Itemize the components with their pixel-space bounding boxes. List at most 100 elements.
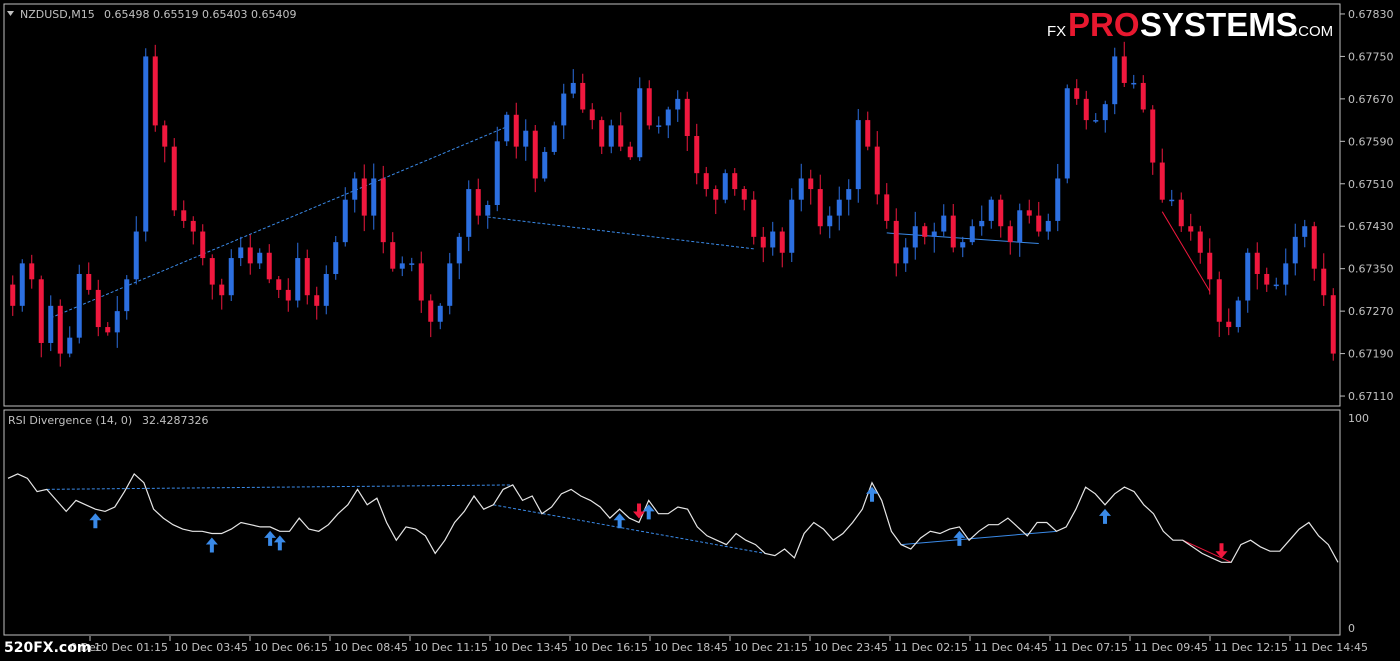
rsi-divergence-line	[493, 504, 766, 554]
symbol-dropdown-icon[interactable]	[7, 11, 14, 16]
rsi-line	[7, 472, 1339, 563]
candle-body	[29, 263, 35, 280]
candle-body	[1245, 252, 1251, 301]
candle	[257, 248, 263, 269]
candle	[162, 120, 168, 163]
indicator-level-bottom: 0	[1348, 622, 1355, 635]
candle	[903, 238, 909, 272]
candle-body	[390, 242, 396, 269]
candle	[836, 186, 842, 231]
candle	[922, 222, 928, 245]
candle-body	[1216, 279, 1222, 322]
candle-body	[475, 189, 481, 216]
candle-body	[1292, 236, 1298, 264]
rsi-divergence-line	[1182, 539, 1232, 563]
candle-body	[542, 151, 548, 179]
watermark-fx: FX	[1047, 23, 1066, 40]
candle	[447, 252, 453, 315]
rsi-divergence-line	[901, 530, 1057, 546]
candle-body	[67, 337, 73, 354]
indicator-level-top: 100	[1348, 412, 1369, 425]
candle	[1226, 308, 1232, 336]
candle	[114, 296, 120, 348]
candle	[637, 77, 643, 162]
candle-body	[561, 93, 567, 126]
candle	[1188, 213, 1194, 241]
candle-body	[599, 120, 605, 147]
candle	[1330, 288, 1336, 361]
price-tick-label: 0.67670	[1348, 93, 1394, 106]
candle	[228, 249, 234, 301]
candle	[1093, 113, 1099, 124]
candle	[969, 219, 975, 246]
candle-body	[523, 130, 529, 147]
candle-body	[1036, 215, 1042, 232]
candle-body	[105, 327, 111, 333]
candle	[570, 69, 576, 99]
candle-body	[713, 189, 719, 200]
candle	[10, 275, 16, 316]
candle	[1235, 296, 1241, 333]
candle-body	[485, 205, 491, 216]
candle-body	[969, 226, 975, 243]
candle-body	[1150, 109, 1156, 163]
candle-body	[637, 88, 643, 158]
time-tick-label: 10 Dec 03:45	[174, 641, 248, 654]
candle	[884, 183, 890, 229]
candle-body	[276, 279, 282, 290]
watermark-com: .COM	[1294, 23, 1333, 40]
candle	[608, 119, 614, 154]
candle	[105, 322, 111, 336]
candle-body	[437, 305, 443, 322]
candle-body	[133, 231, 139, 280]
candle	[675, 90, 681, 122]
candle-body	[219, 284, 225, 296]
candle-body	[285, 289, 291, 301]
symbol-timeframe: NZDUSD,M15	[20, 8, 95, 21]
candle	[846, 179, 852, 216]
candle-body	[979, 220, 985, 227]
candle-body	[912, 226, 918, 248]
time-tick-label: 10 Dec 11:15	[414, 641, 488, 654]
candle	[760, 227, 766, 263]
candle-body	[627, 146, 633, 158]
candle-body	[181, 210, 187, 221]
price-tick-label: 0.67270	[1348, 305, 1394, 318]
candle	[1216, 271, 1222, 337]
candle-body	[124, 279, 130, 312]
candle-body	[808, 178, 814, 190]
candle	[561, 83, 567, 140]
candle-body	[371, 178, 377, 216]
candlestick-series	[10, 41, 1336, 367]
candle-body	[922, 226, 928, 237]
candle	[542, 147, 548, 182]
candle	[741, 186, 747, 211]
candle-body	[884, 194, 890, 221]
candle	[523, 119, 529, 161]
candle	[1302, 219, 1308, 248]
candle-body	[1159, 162, 1165, 200]
candle	[779, 227, 785, 268]
candle-body	[1017, 210, 1023, 243]
candle-body	[456, 236, 462, 264]
bull-arrow-icon	[89, 513, 102, 529]
candle	[1102, 100, 1108, 133]
candle	[1026, 199, 1032, 224]
candle	[808, 169, 814, 205]
candle	[456, 233, 462, 280]
candle-body	[741, 189, 747, 200]
rsi-divergence-line	[46, 484, 513, 490]
candle-body	[789, 199, 795, 253]
candle	[1273, 277, 1279, 290]
watermark-systems: SYSTEMS	[1140, 6, 1298, 43]
candle	[1112, 47, 1118, 115]
candle-body	[295, 258, 301, 301]
candle-body	[580, 82, 586, 110]
candle	[1140, 75, 1146, 113]
candle	[181, 200, 187, 228]
candle	[238, 236, 244, 267]
candle	[466, 180, 472, 252]
candle	[979, 205, 985, 236]
time-tick-label: 11 Dec 02:15	[894, 641, 968, 654]
time-tick-label: 10 Dec 23:45	[814, 641, 888, 654]
